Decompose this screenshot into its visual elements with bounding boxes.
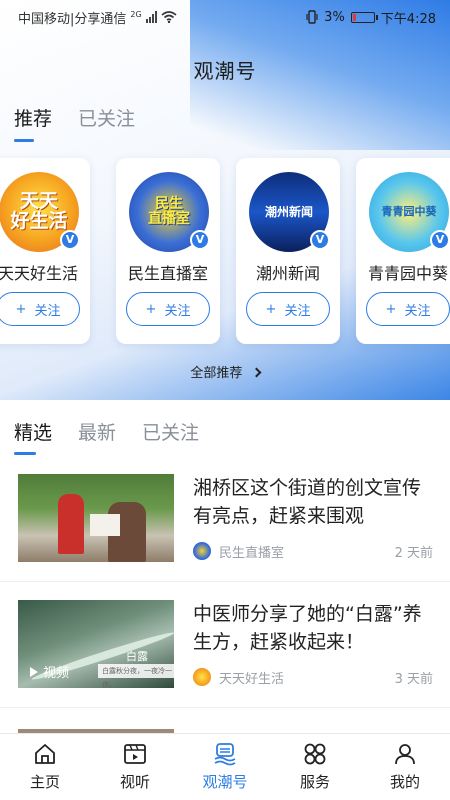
follow-button[interactable]: + 关注 xyxy=(246,292,330,326)
tab-following[interactable]: 已关注 xyxy=(78,104,135,131)
all-recommendations-label: 全部推荐 xyxy=(190,366,243,381)
follow-label: 关注 xyxy=(404,303,431,319)
article-item[interactable]: 白露 白露秋分夜，一夜冷一夜。 视频 中医师分享了她的“白露”养生方，赶紧收起来… xyxy=(0,582,450,708)
tab-indicator xyxy=(14,139,34,142)
section-tab-indicator xyxy=(14,452,36,455)
nav-services[interactable]: 服务 xyxy=(270,734,360,800)
network-label: 2G xyxy=(130,9,142,19)
video-icon xyxy=(124,744,146,764)
article-item[interactable]: 湘桥区这个街道的创文宣传有亮点，赶紧来围观 民生直播室 2 天前 xyxy=(0,456,450,582)
follow-button[interactable]: + 关注 xyxy=(0,292,80,326)
account-card[interactable]: 民生 直播室 V 民生直播室 + 关注 xyxy=(116,158,220,344)
thumbnail-band-text: 白露秋分夜，一夜冷一夜。 xyxy=(98,664,174,688)
account-card[interactable]: 天天 好生活 V 天天好生活 + 关注 xyxy=(0,158,90,344)
follow-label: 关注 xyxy=(284,303,311,319)
guanchao-icon xyxy=(214,743,236,766)
wifi-icon xyxy=(161,11,177,23)
article-source: 民生直播室 xyxy=(219,545,285,561)
account-name: 潮州新闻 xyxy=(255,264,320,283)
article-meta: 民生直播室 2 天前 xyxy=(193,542,433,561)
article-source: 天天好生活 xyxy=(219,671,285,687)
article-meta: 天天好生活 3 天前 xyxy=(193,668,433,687)
article-title: 湘桥区这个街道的创文宣传有亮点，赶紧来围观 xyxy=(193,477,422,527)
plus-icon: + xyxy=(15,301,27,317)
nav-label: 服务 xyxy=(299,773,330,791)
follow-button[interactable]: + 关注 xyxy=(126,292,210,326)
nav-profile[interactable]: 我的 xyxy=(360,734,450,800)
nav-video[interactable]: 视听 xyxy=(90,734,180,800)
follow-label: 关注 xyxy=(164,303,191,319)
nav-label: 我的 xyxy=(389,773,420,791)
bottom-navigation: 主页 视听 观潮号 服务 我的 xyxy=(0,733,450,800)
nav-label: 观潮号 xyxy=(202,773,248,791)
recommended-accounts: 天天 好生活 V 天天好生活 + 关注 民生 直播室 V 民生直播室 + 关注 潮州… xyxy=(0,158,450,344)
status-bar: 中国移动|分享通信 2G 3% 下午4:28 xyxy=(0,0,450,34)
clock: 下午4:28 xyxy=(380,11,436,27)
battery-icon xyxy=(350,11,378,23)
follow-label: 关注 xyxy=(34,303,61,319)
account-card[interactable]: 青青园中葵 V 青青园中葵 + 关注 xyxy=(356,158,450,344)
article-time: 2 天前 xyxy=(394,545,433,561)
source-avatar xyxy=(193,542,211,560)
verified-icon: V xyxy=(190,230,210,250)
section-tabs: 精选 最新 已关注 xyxy=(14,418,199,445)
thumbnail-caption: 白露 xyxy=(126,650,148,663)
verified-icon: V xyxy=(60,230,80,250)
source-avatar xyxy=(193,668,211,686)
article-thumbnail xyxy=(18,474,174,562)
top-tabs: 推荐 已关注 xyxy=(14,104,135,131)
page-title: 观潮号 xyxy=(193,59,257,83)
home-icon xyxy=(35,744,55,764)
account-name: 民生直播室 xyxy=(127,264,208,283)
profile-icon xyxy=(395,744,415,765)
account-name: 青青园中葵 xyxy=(367,264,448,283)
nav-guanchao[interactable]: 观潮号 xyxy=(180,734,270,800)
tab-latest[interactable]: 最新 xyxy=(78,418,116,445)
verified-icon: V xyxy=(310,230,330,250)
nav-label: 视听 xyxy=(119,773,150,791)
vibrate-icon xyxy=(306,10,318,24)
nav-label: 主页 xyxy=(29,773,60,791)
article-title: 中医师分享了她的“白露”养生方，赶紧收起来！ xyxy=(193,603,422,653)
chevron-right-icon xyxy=(251,367,262,378)
tab-recommended[interactable]: 推荐 xyxy=(14,104,52,131)
plus-icon: + xyxy=(265,301,277,317)
tab-followed[interactable]: 已关注 xyxy=(142,418,199,445)
services-icon xyxy=(304,743,326,765)
all-recommendations-link[interactable]: 全部推荐 xyxy=(0,362,450,381)
plus-icon: + xyxy=(145,301,157,317)
account-card[interactable]: 潮州新闻 V 潮州新闻 + 关注 xyxy=(236,158,340,344)
article-thumbnail: 白露 白露秋分夜，一夜冷一夜。 视频 xyxy=(18,600,174,688)
battery-percent: 3% xyxy=(324,9,345,25)
plus-icon: + xyxy=(385,301,397,317)
carrier-label: 中国移动|分享通信 xyxy=(18,11,127,27)
signal-icon xyxy=(145,11,157,23)
play-icon xyxy=(30,666,38,677)
tab-featured[interactable]: 精选 xyxy=(14,418,52,445)
video-label: 视频 xyxy=(43,666,70,681)
video-badge: 视频 xyxy=(30,662,69,681)
follow-button[interactable]: + 关注 xyxy=(366,292,450,326)
nav-home[interactable]: 主页 xyxy=(0,734,90,800)
article-time: 3 天前 xyxy=(394,671,433,687)
verified-icon: V xyxy=(430,230,450,250)
account-name: 天天好生活 xyxy=(0,264,78,283)
